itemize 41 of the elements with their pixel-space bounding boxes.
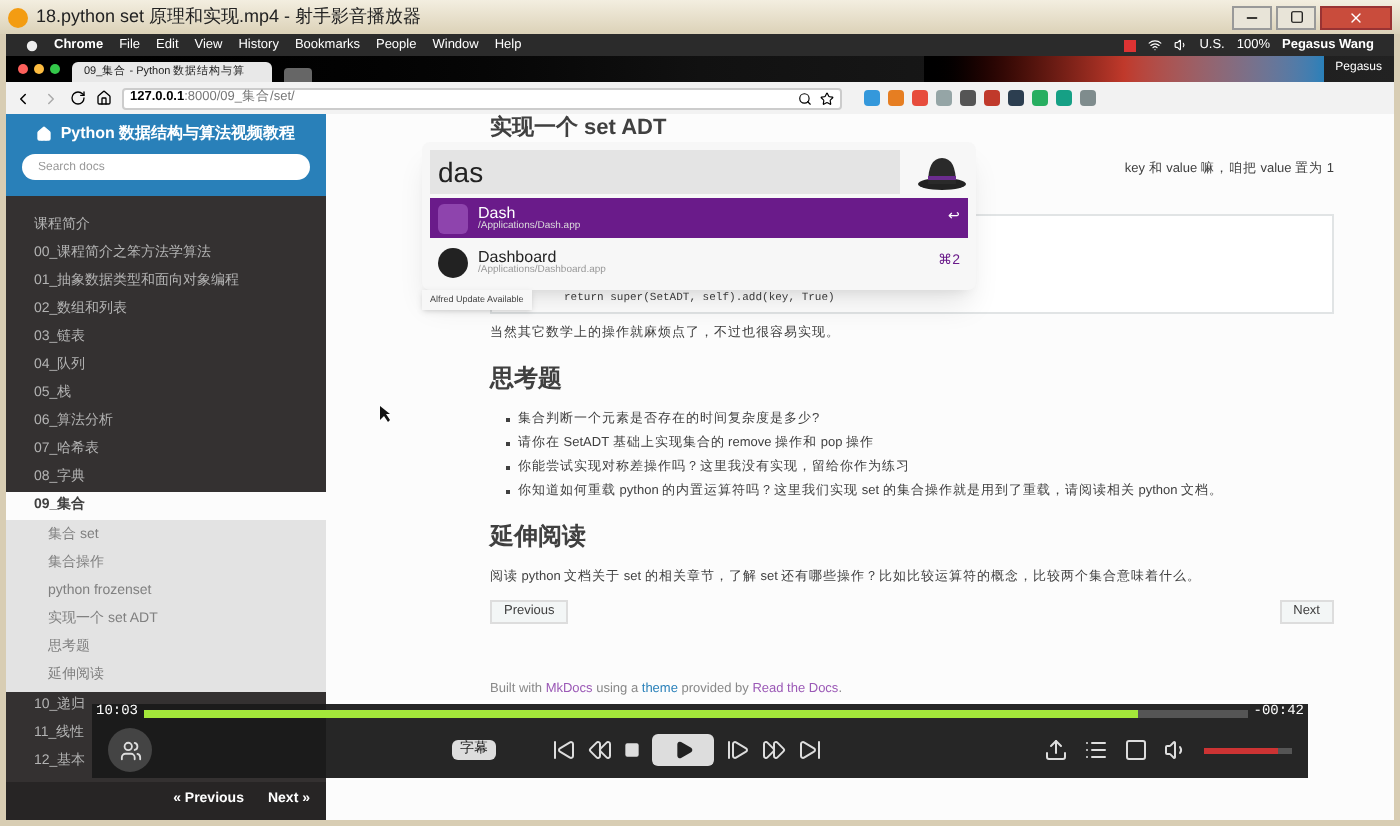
- launcher-input[interactable]: das: [430, 150, 900, 194]
- close-icon: [1348, 9, 1364, 25]
- apple-icon: [26, 38, 38, 52]
- fast-forward-icon[interactable]: [762, 738, 786, 762]
- play-icon: [673, 740, 693, 760]
- status-icon: [1123, 39, 1136, 51]
- previous-track-icon[interactable]: [552, 738, 576, 762]
- result-name: Dash: [478, 205, 516, 221]
- app-icon: [438, 247, 468, 277]
- play-button[interactable]: [652, 734, 714, 766]
- result-name: Dashboard: [478, 249, 557, 265]
- stop-icon[interactable]: [624, 742, 640, 758]
- home-icon[interactable]: [96, 90, 112, 106]
- rewind-icon[interactable]: [588, 738, 612, 762]
- minimize-button[interactable]: [1232, 5, 1272, 29]
- window-icon[interactable]: [1124, 738, 1148, 762]
- maximize-button[interactable]: [1276, 5, 1316, 29]
- section-heading: 实现一个 set ADT: [490, 114, 669, 142]
- volume-icon[interactable]: [1164, 738, 1188, 762]
- mouse-pointer-icon: [380, 406, 390, 422]
- close-button[interactable]: [1320, 5, 1392, 29]
- star-icon[interactable]: [820, 91, 834, 105]
- upload-icon[interactable]: [1044, 738, 1068, 762]
- home-icon: [36, 126, 53, 142]
- wifi-icon: [1147, 38, 1162, 52]
- playlist-button[interactable]: [108, 728, 152, 772]
- next-track-icon[interactable]: [798, 738, 822, 762]
- app-icon: [438, 203, 468, 233]
- bowler-hat-icon: [916, 152, 968, 192]
- zoom-icon: [798, 91, 812, 105]
- maximize-icon: [1289, 10, 1303, 24]
- people-icon: [119, 739, 141, 761]
- window-title: 18.python set 原理和实现.mp4 - 射手影音播放器: [36, 3, 422, 30]
- volume-icon: [1173, 38, 1188, 52]
- reload-icon[interactable]: [70, 90, 86, 106]
- section-heading: 延伸阅读: [490, 519, 588, 554]
- app-icon: [8, 7, 28, 27]
- step-forward-icon[interactable]: [726, 738, 750, 762]
- section-heading: 思考题: [490, 361, 564, 396]
- back-icon[interactable]: [14, 89, 32, 107]
- site-title[interactable]: Python 数据结构与算法视频教程: [60, 122, 296, 146]
